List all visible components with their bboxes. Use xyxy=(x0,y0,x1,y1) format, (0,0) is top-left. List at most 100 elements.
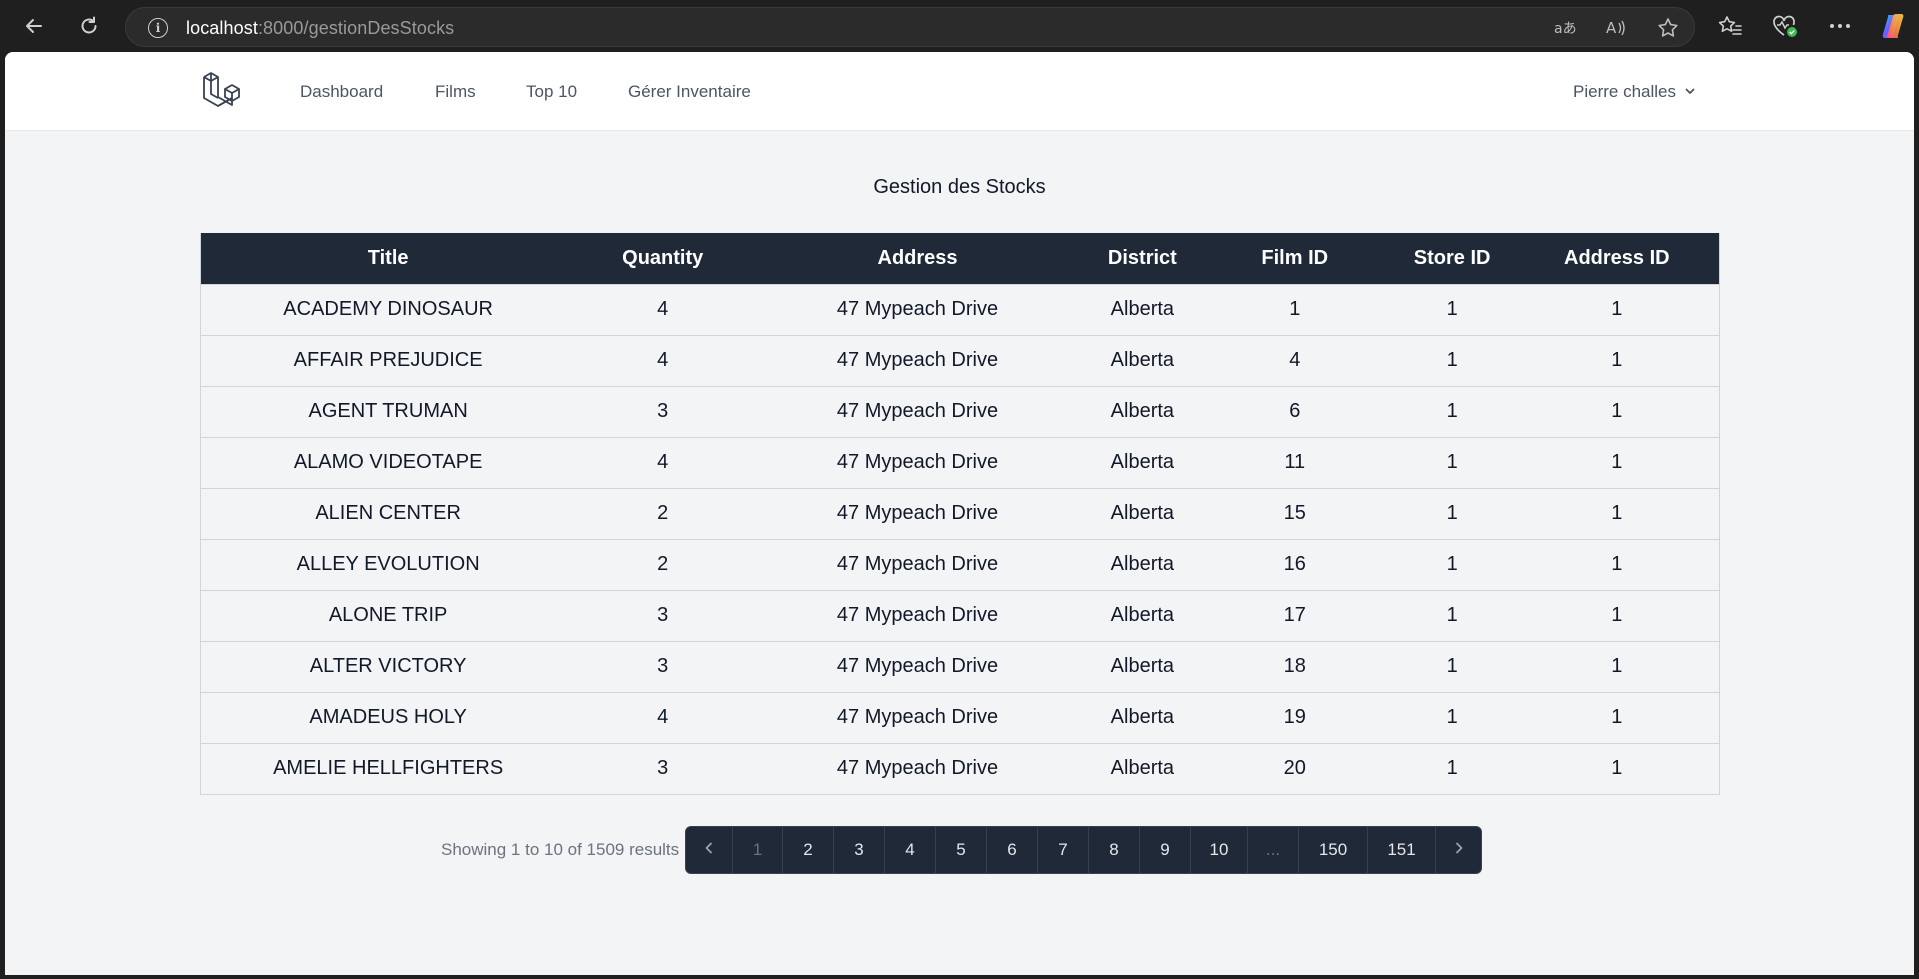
top-navigation: Dashboard Films Top 10 Gérer Inventaire … xyxy=(5,52,1914,131)
cell-store-id: 1 xyxy=(1389,691,1515,743)
cell-store-id: 1 xyxy=(1389,538,1515,590)
cell-address: 47 Mypeach Drive xyxy=(750,691,1085,743)
cell-district: Alberta xyxy=(1084,283,1200,335)
header-address-id: Address ID xyxy=(1514,233,1720,284)
page-button[interactable]: 6 xyxy=(986,827,1037,873)
back-icon[interactable] xyxy=(18,10,50,42)
more-options-icon[interactable] xyxy=(1826,12,1854,40)
table-row: AMADEUS HOLY 4 47 Mypeach Drive Alberta 19 1 1 xyxy=(200,691,1720,743)
cell-store-id: 1 xyxy=(1389,487,1515,539)
cell-address: 47 Mypeach Drive xyxy=(750,487,1085,539)
cell-title: ACADEMY DINOSAUR xyxy=(200,283,576,335)
cell-quantity: 3 xyxy=(575,385,751,437)
previous-page-button[interactable] xyxy=(686,827,732,873)
cell-address-id: 1 xyxy=(1514,742,1720,795)
page-button[interactable]: 8 xyxy=(1088,827,1139,873)
cell-quantity: 3 xyxy=(575,742,751,795)
pagination-summary: Showing 1 to 10 of 1509 results xyxy=(441,840,680,859)
cell-store-id: 1 xyxy=(1389,742,1515,795)
cell-title: ALONE TRIP xyxy=(200,589,576,641)
cell-address: 47 Mypeach Drive xyxy=(750,385,1085,437)
cell-quantity: 4 xyxy=(575,334,751,386)
cell-title: ALIEN CENTER xyxy=(200,487,576,539)
cell-store-id: 1 xyxy=(1389,436,1515,488)
cell-store-id: 1 xyxy=(1389,640,1515,692)
pagination: 1 2 3 4 5 6 7 8 9 10... 150 151 xyxy=(685,826,1482,874)
user-name: Pierre challes xyxy=(1573,82,1676,101)
cell-store-id: 1 xyxy=(1389,589,1515,641)
nav-link-gerer-inventaire[interactable]: Gérer Inventaire xyxy=(628,82,751,102)
cell-district: Alberta xyxy=(1084,436,1200,488)
table-row: ALLEY EVOLUTION 2 47 Mypeach Drive Alberta 1… xyxy=(200,538,1720,590)
chevron-down-icon xyxy=(1684,82,1696,102)
cell-film-id: 6 xyxy=(1199,385,1390,437)
translate-icon[interactable]: aあ xyxy=(1553,16,1577,40)
page-button: 1 xyxy=(732,827,782,873)
site-info-icon[interactable]: i xyxy=(148,18,168,38)
cell-quantity: 2 xyxy=(575,487,751,539)
cell-title: AFFAIR PREJUDICE xyxy=(200,334,576,386)
favorite-star-icon[interactable] xyxy=(1656,16,1680,40)
browser-essentials-icon[interactable] xyxy=(1771,12,1799,40)
svg-text:aあ: aあ xyxy=(1554,21,1576,37)
page-button[interactable]: 151 xyxy=(1367,827,1435,873)
nav-link-films[interactable]: Films xyxy=(435,82,476,102)
cell-film-id: 11 xyxy=(1199,436,1390,488)
page-button[interactable]: 3 xyxy=(833,827,884,873)
cell-address: 47 Mypeach Drive xyxy=(750,589,1085,641)
cell-quantity: 4 xyxy=(575,283,751,335)
page-button[interactable]: 4 xyxy=(884,827,935,873)
stock-table: Title Quantity Address District Film ID … xyxy=(200,233,1720,795)
page-button[interactable]: 150 xyxy=(1298,827,1367,873)
table-row: AMELIE HELLFIGHTERS 3 47 Mypeach Drive Albe… xyxy=(200,742,1720,795)
header-quantity: Quantity xyxy=(575,233,751,284)
favorites-icon[interactable] xyxy=(1716,12,1744,40)
page-button[interactable]: 9 xyxy=(1139,827,1190,873)
cell-address-id: 1 xyxy=(1514,436,1720,488)
header-district: District xyxy=(1084,233,1200,284)
cell-quantity: 4 xyxy=(575,691,751,743)
table-row: AGENT TRUMAN 3 47 Mypeach Drive Alberta 6 1 1 xyxy=(200,385,1720,437)
cell-address: 47 Mypeach Drive xyxy=(750,538,1085,590)
table-row: AFFAIR PREJUDICE 4 47 Mypeach Drive Alberta… xyxy=(200,334,1720,386)
reload-icon[interactable] xyxy=(73,10,105,42)
cell-store-id: 1 xyxy=(1389,334,1515,386)
cell-address-id: 1 xyxy=(1514,385,1720,437)
cell-district: Alberta xyxy=(1084,589,1200,641)
address-bar[interactable]: i localhost:8000/gestionDesStocks aあ A xyxy=(125,7,1695,47)
read-aloud-icon[interactable]: A xyxy=(1604,16,1628,40)
cell-address-id: 1 xyxy=(1514,640,1720,692)
cell-film-id: 19 xyxy=(1199,691,1390,743)
page-button[interactable]: 5 xyxy=(935,827,986,873)
cell-district: Alberta xyxy=(1084,640,1200,692)
cell-address: 47 Mypeach Drive xyxy=(750,640,1085,692)
cell-address: 47 Mypeach Drive xyxy=(750,742,1085,795)
cell-title: AGENT TRUMAN xyxy=(200,385,576,437)
page-button[interactable]: 2 xyxy=(782,827,833,873)
chevron-left-icon xyxy=(703,840,715,860)
header-store-id: Store ID xyxy=(1389,233,1515,284)
copilot-icon[interactable] xyxy=(1879,12,1907,40)
url-text[interactable]: localhost:8000/gestionDesStocks xyxy=(186,18,454,39)
cell-district: Alberta xyxy=(1084,334,1200,386)
laravel-logo-icon[interactable] xyxy=(201,70,245,114)
svg-text:A: A xyxy=(1606,19,1617,37)
nav-link-top10[interactable]: Top 10 xyxy=(526,82,577,102)
header-title: Title xyxy=(200,233,576,284)
cell-film-id: 16 xyxy=(1199,538,1390,590)
page-button[interactable]: 10 xyxy=(1190,827,1247,873)
cell-address-id: 1 xyxy=(1514,334,1720,386)
user-menu-button[interactable]: Pierre challes xyxy=(1573,82,1696,102)
table-row: ACADEMY DINOSAUR 4 47 Mypeach Drive Alberta… xyxy=(200,283,1720,335)
cell-quantity: 4 xyxy=(575,436,751,488)
cell-address: 47 Mypeach Drive xyxy=(750,283,1085,335)
table-header-row: Title Quantity Address District Film ID … xyxy=(200,233,1720,284)
cell-address-id: 1 xyxy=(1514,487,1720,539)
page-button[interactable]: 7 xyxy=(1037,827,1088,873)
nav-link-dashboard[interactable]: Dashboard xyxy=(300,82,383,102)
cell-address-id: 1 xyxy=(1514,589,1720,641)
cell-title: ALLEY EVOLUTION xyxy=(200,538,576,590)
next-page-button[interactable] xyxy=(1435,827,1481,873)
cell-district: Alberta xyxy=(1084,385,1200,437)
cell-district: Alberta xyxy=(1084,538,1200,590)
